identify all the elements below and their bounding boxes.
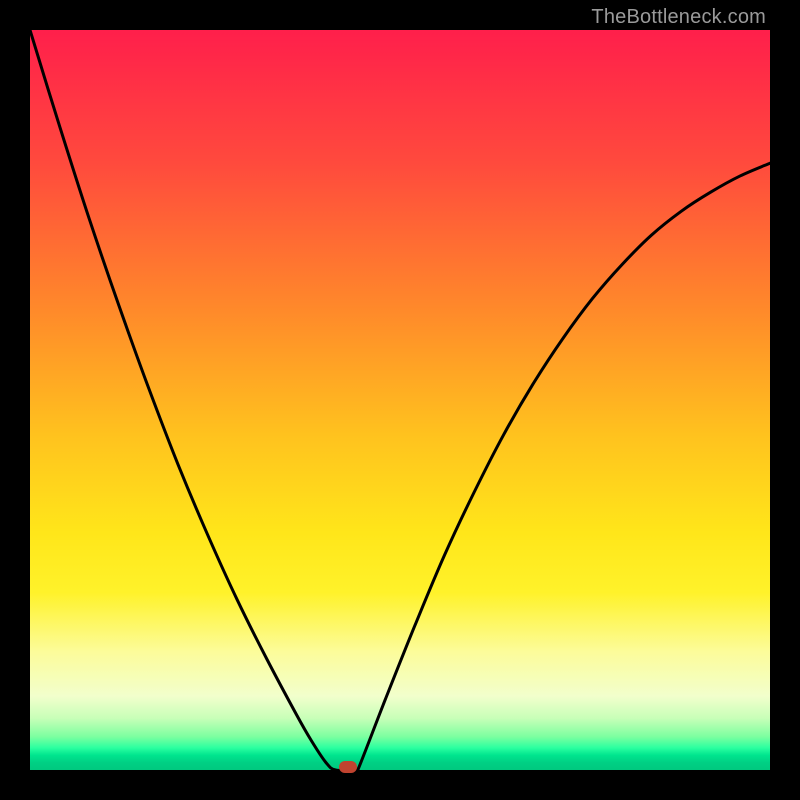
watermark-text: TheBottleneck.com [591, 6, 766, 29]
plot-area [30, 30, 770, 770]
bottleneck-curve [30, 30, 770, 770]
optimal-point-marker [339, 761, 357, 773]
chart-frame: TheBottleneck.com [0, 0, 800, 800]
